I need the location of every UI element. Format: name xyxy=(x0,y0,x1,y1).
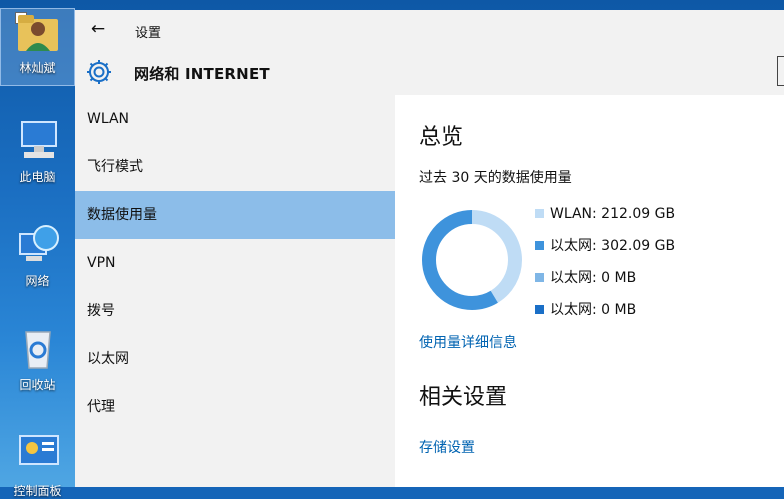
usage-details-link[interactable]: 使用量详细信息 xyxy=(419,332,517,352)
legend-swatch xyxy=(535,305,544,314)
legend-item: WLAN: 212.09 GB xyxy=(535,203,675,235)
back-button[interactable]: ← xyxy=(87,18,109,40)
data-usage-donut-chart xyxy=(422,210,522,310)
network-globe-icon xyxy=(14,222,62,268)
desktop-icon-label: 回收站 xyxy=(19,378,56,392)
section-header: 网络和 INTERNET xyxy=(75,50,784,95)
storage-settings-link[interactable]: 存储设置 xyxy=(419,437,475,457)
legend-label: WLAN: 212.09 GB xyxy=(550,206,676,222)
user-folder-icon xyxy=(14,9,62,55)
desktop-icon-user-folder[interactable]: 林灿斌 xyxy=(0,8,75,86)
sidebar-item-dial-up[interactable]: 拨号 xyxy=(75,287,395,335)
desktop-icon-label: 林灿斌 xyxy=(19,61,56,75)
recycle-bin-icon xyxy=(14,326,62,372)
sidebar-item-airplane-mode[interactable]: 飞行模式 xyxy=(75,143,395,191)
desktop-icon-network[interactable]: 网络 xyxy=(0,222,75,289)
back-arrow-icon: ← xyxy=(90,19,106,39)
legend-label: 以太网: 302.09 GB xyxy=(550,238,676,254)
usage-caption: 过去 30 天的数据使用量 xyxy=(419,170,572,186)
gear-icon xyxy=(85,58,113,86)
legend-item: 以太网: 302.09 GB xyxy=(535,235,675,267)
desktop-icon-recycle-bin[interactable]: 回收站 xyxy=(0,326,75,393)
legend-label: 以太网: 0 MB xyxy=(550,302,637,318)
related-settings-heading: 相关设置 xyxy=(419,385,508,410)
desktop-icon-label: 网络 xyxy=(25,274,50,288)
control-panel-icon xyxy=(14,432,62,478)
legend-swatch xyxy=(535,209,544,218)
legend-label: 以太网: 0 MB xyxy=(550,270,637,286)
sidebar-item-proxy[interactable]: 代理 xyxy=(75,383,395,431)
settings-window: ← 设置 网络和 INTERNET WLAN 飞行模式 数据使用量 VPN 拨号… xyxy=(75,10,784,487)
legend-item: 以太网: 0 MB xyxy=(535,299,675,331)
desktop-icon-control-panel[interactable]: 控制面板 xyxy=(0,432,75,499)
sidebar: WLAN 飞行模式 数据使用量 VPN 拨号 以太网 代理 xyxy=(75,95,395,487)
sidebar-item-ethernet[interactable]: 以太网 xyxy=(75,335,395,383)
computer-icon xyxy=(14,118,62,164)
sidebar-item-wlan[interactable]: WLAN xyxy=(75,95,395,143)
legend-swatch xyxy=(535,241,544,250)
chart-legend: WLAN: 212.09 GB 以太网: 302.09 GB 以太网: 0 MB… xyxy=(535,203,675,331)
desktop-icon-this-pc[interactable]: 此电脑 xyxy=(0,118,75,185)
desktop-icon-label: 此电脑 xyxy=(19,170,56,184)
window-title: 设置 xyxy=(135,26,162,41)
sidebar-item-vpn[interactable]: VPN xyxy=(75,239,395,287)
title-bar: ← 设置 xyxy=(75,10,784,50)
window-frame-edge xyxy=(777,56,784,86)
legend-swatch xyxy=(535,273,544,282)
sidebar-item-data-usage[interactable]: 数据使用量 xyxy=(75,191,395,239)
main-content: 总览 过去 30 天的数据使用量 WLAN: 212.09 GB 以太网: 30… xyxy=(395,95,784,487)
overview-heading: 总览 xyxy=(419,125,464,150)
legend-item: 以太网: 0 MB xyxy=(535,267,675,299)
page-title: 网络和 INTERNET xyxy=(134,65,270,83)
desktop-icon-label: 控制面板 xyxy=(13,484,62,498)
